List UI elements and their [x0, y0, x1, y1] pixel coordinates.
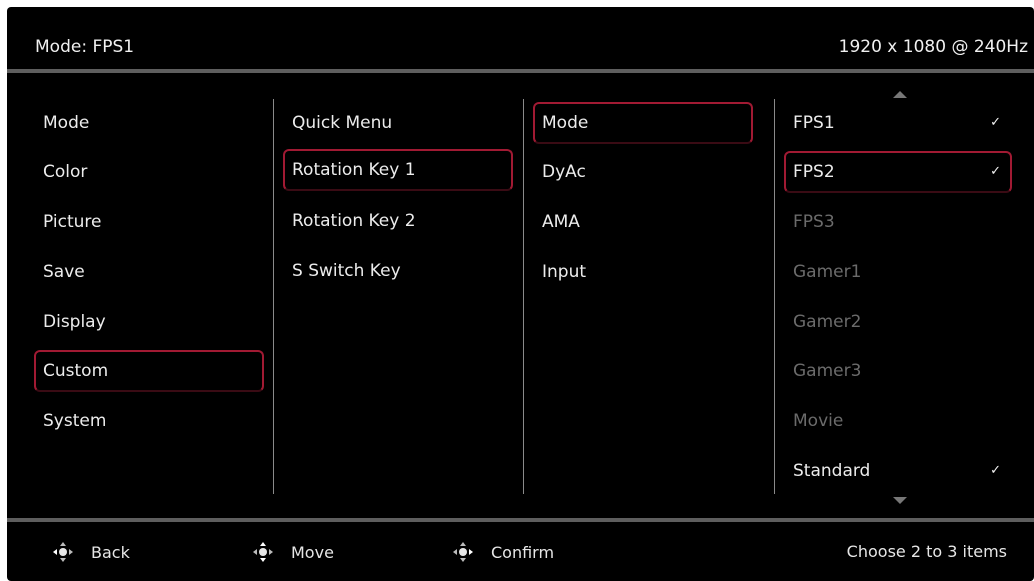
back-label: Back: [91, 542, 130, 562]
back-hint: Back: [53, 542, 130, 562]
mode-option-gamer3[interactable]: Gamer3: [785, 351, 1011, 391]
header-divider: [7, 69, 1034, 73]
menu2-item-rotation-key-2[interactable]: Rotation Key 2: [284, 201, 512, 241]
menu3-item-ama[interactable]: AMA: [534, 202, 752, 242]
column-divider-2: [523, 99, 524, 494]
check-icon: ✓: [990, 115, 1001, 130]
current-mode-label: Mode: FPS1: [35, 37, 135, 57]
mode-option-gamer2[interactable]: Gamer2: [785, 302, 1011, 342]
menu3-item-input[interactable]: Input: [534, 252, 752, 292]
footer: Back Move Confirm Choose 2 to 3 items: [7, 522, 1034, 581]
header: Mode: FPS1 1920 x 1080 @ 240Hz: [7, 7, 1034, 69]
menu3-item-mode[interactable]: Mode: [533, 102, 753, 144]
menu1-item-custom[interactable]: Custom: [34, 350, 264, 392]
osd-menu: Mode: FPS1 1920 x 1080 @ 240Hz Mode Colo…: [7, 7, 1034, 581]
mode-option-fps1[interactable]: FPS1 ✓: [785, 103, 1011, 143]
menu2-item-rotation-key-1[interactable]: Rotation Key 1: [283, 149, 513, 191]
mode-option-label: Standard: [793, 461, 871, 481]
mode-option-gamer1[interactable]: Gamer1: [785, 252, 1011, 292]
menu1-item-picture[interactable]: Picture: [35, 202, 263, 242]
menu1-item-mode[interactable]: Mode: [35, 103, 263, 143]
joystick-icon: [253, 542, 273, 562]
mode-option-standard[interactable]: Standard ✓: [785, 451, 1011, 491]
menu1-item-system[interactable]: System: [35, 401, 263, 441]
joystick-icon: [53, 542, 73, 562]
mode-option-fps2[interactable]: FPS2 ✓: [784, 151, 1012, 193]
joystick-icon: [453, 542, 473, 562]
menu2-item-quick-menu[interactable]: Quick Menu: [284, 103, 512, 143]
menu1-item-display[interactable]: Display: [35, 302, 263, 342]
mode-option-label: FPS1: [793, 113, 835, 133]
check-icon: ✓: [990, 164, 1001, 179]
menu1-item-save[interactable]: Save: [35, 252, 263, 292]
column-divider-1: [273, 99, 274, 494]
selection-hint: Choose 2 to 3 items: [846, 542, 1007, 561]
resolution-label: 1920 x 1080 @ 240Hz: [838, 37, 1028, 57]
mode-option-movie[interactable]: Movie: [785, 401, 1011, 441]
move-hint: Move: [253, 542, 334, 562]
menu1-item-color[interactable]: Color: [35, 152, 263, 192]
confirm-label: Confirm: [491, 542, 555, 562]
scroll-down-arrow-icon[interactable]: [893, 497, 907, 504]
mode-option-fps3[interactable]: FPS3: [785, 202, 1011, 242]
mode-option-label: FPS2: [793, 162, 835, 182]
scroll-up-arrow-icon[interactable]: [893, 91, 907, 98]
check-icon: ✓: [990, 463, 1001, 478]
menu3-item-dyac[interactable]: DyAc: [534, 152, 752, 192]
move-label: Move: [291, 542, 334, 562]
confirm-hint: Confirm: [453, 542, 554, 562]
menu2-item-s-switch-key[interactable]: S Switch Key: [284, 251, 512, 291]
column-divider-3: [774, 99, 775, 494]
